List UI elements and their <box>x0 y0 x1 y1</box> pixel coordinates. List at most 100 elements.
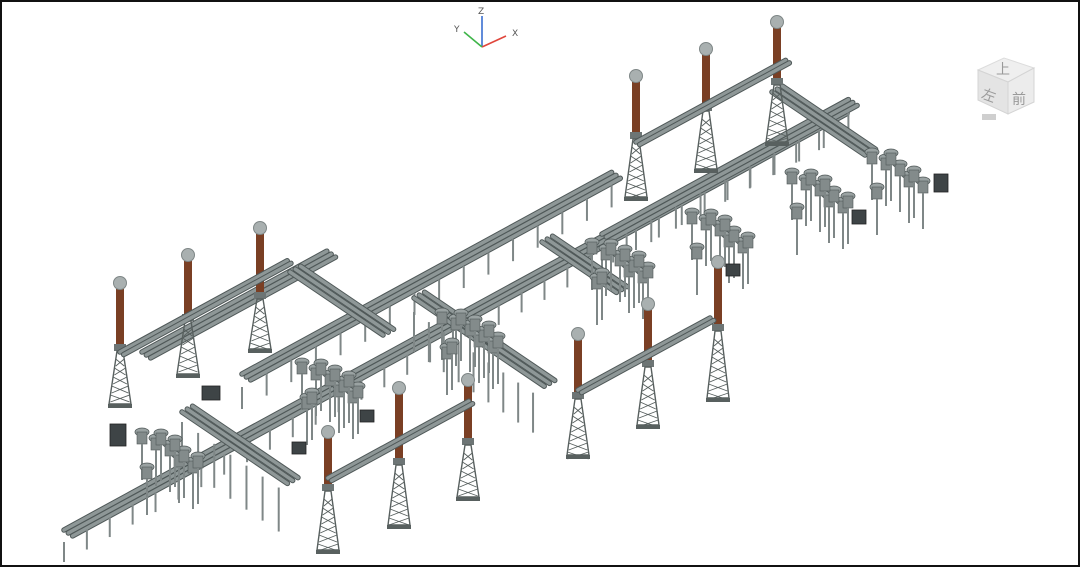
switchgear-body <box>742 235 754 249</box>
bushing-cap <box>571 327 585 341</box>
bushing-cap <box>181 248 195 262</box>
switchgear-body <box>819 178 831 192</box>
switchgear-body <box>705 212 717 226</box>
switchgear-body <box>352 385 364 399</box>
bushing-cap <box>113 276 127 290</box>
switchgear-body <box>192 455 204 469</box>
equipment-box <box>851 209 867 225</box>
tower-footing <box>624 197 648 201</box>
bushing-flange <box>712 324 724 331</box>
switchgear-body <box>691 246 703 260</box>
lattice-tower <box>248 298 272 350</box>
viewport-frame: Z X Y 上 前 左 <box>0 0 1080 567</box>
tower-footing <box>706 398 730 402</box>
switchgear-body <box>343 374 355 388</box>
insulator-bushing <box>184 261 192 314</box>
switchgear-body <box>446 341 458 355</box>
insulator-bushing <box>702 55 710 104</box>
x-axis-label: X <box>512 29 518 39</box>
y-axis-line <box>463 31 483 48</box>
bus-pipe <box>121 261 293 357</box>
bushing-cap <box>770 15 784 29</box>
switchgear-body <box>786 171 798 185</box>
switchgear-body <box>917 180 929 194</box>
switchgear-body <box>805 172 817 186</box>
switchgear-body <box>842 195 854 209</box>
bushing-flange <box>771 78 783 85</box>
equipment-box <box>291 441 307 455</box>
z-axis-label: Z <box>478 7 484 17</box>
switchgear-body <box>871 186 883 200</box>
bus-pipe <box>634 58 788 144</box>
switchgear-body <box>719 218 731 232</box>
bushing-cap <box>321 425 335 439</box>
bushing-cap <box>699 42 713 56</box>
switchgear-body <box>329 368 341 382</box>
switchgear-body <box>169 438 181 452</box>
view-cube-front-label: 前 <box>1012 91 1026 108</box>
switchgear-body <box>642 265 654 279</box>
bushing-flange <box>322 484 334 491</box>
switchgear-body <box>596 271 608 285</box>
switchgear-body <box>469 318 481 332</box>
switchgear-body <box>141 466 153 480</box>
tower-footing <box>566 455 590 459</box>
switchgear-body <box>894 163 906 177</box>
bushing-flange <box>462 438 474 445</box>
tower-footing <box>387 525 411 529</box>
switchgear-body <box>633 254 645 268</box>
switchgear-body <box>436 311 448 325</box>
switchgear-body <box>455 312 467 326</box>
insulator-bushing <box>632 82 640 132</box>
tower-footing <box>765 142 789 146</box>
bushing-cap <box>253 221 267 235</box>
insulator-bushing <box>116 289 124 344</box>
switchgear-body <box>686 211 698 225</box>
switchgear-body <box>908 169 920 183</box>
switchgear-body <box>586 241 598 255</box>
axis-triad: Z X Y <box>453 7 518 48</box>
equipment-box <box>933 173 949 193</box>
bushing-cap <box>641 297 655 311</box>
switchgear-body <box>483 324 495 338</box>
switchgear-body <box>492 335 504 349</box>
insulator-bushing <box>574 340 582 392</box>
switchgear-body <box>866 151 878 165</box>
3d-viewport[interactable] <box>2 2 1078 565</box>
insulator-bushing <box>464 386 472 438</box>
bushing-cap <box>461 373 475 387</box>
equipment-box <box>201 385 221 401</box>
switchgear-body <box>828 189 840 203</box>
switchgear-body <box>619 248 631 262</box>
bushing-cap <box>629 69 643 83</box>
tower-footing <box>636 425 660 429</box>
equipment-box <box>725 263 741 277</box>
equipment-box <box>109 423 127 447</box>
switchgear-body <box>178 449 190 463</box>
switchgear-body <box>136 431 148 445</box>
view-cube[interactable]: 上 前 左 <box>964 48 1044 126</box>
bushing-cap <box>392 381 406 395</box>
tower-footing <box>176 374 200 378</box>
tower-footing <box>456 497 480 501</box>
y-axis-label: Y <box>453 25 460 35</box>
x-axis-line <box>481 35 507 48</box>
lattice-tower <box>456 444 480 498</box>
switchgear-body <box>885 152 897 166</box>
switchgear-body <box>296 361 308 375</box>
view-cube-base-tab[interactable] <box>982 114 996 120</box>
switchgear-body <box>315 362 327 376</box>
switchgear-body <box>791 206 803 220</box>
tower-footing <box>316 550 340 554</box>
view-cube-top-label: 上 <box>996 62 1010 78</box>
bushing-cap <box>711 255 725 269</box>
tower-footing <box>694 169 718 173</box>
switchgear-body <box>728 229 740 243</box>
bushing-flange <box>393 458 405 465</box>
tower-footing <box>248 349 272 353</box>
tower-footing <box>108 404 132 408</box>
switchgear-body <box>155 432 167 446</box>
bushing-flange <box>254 292 266 299</box>
switchgear-body <box>605 242 617 256</box>
substation-model[interactable] <box>61 15 949 563</box>
